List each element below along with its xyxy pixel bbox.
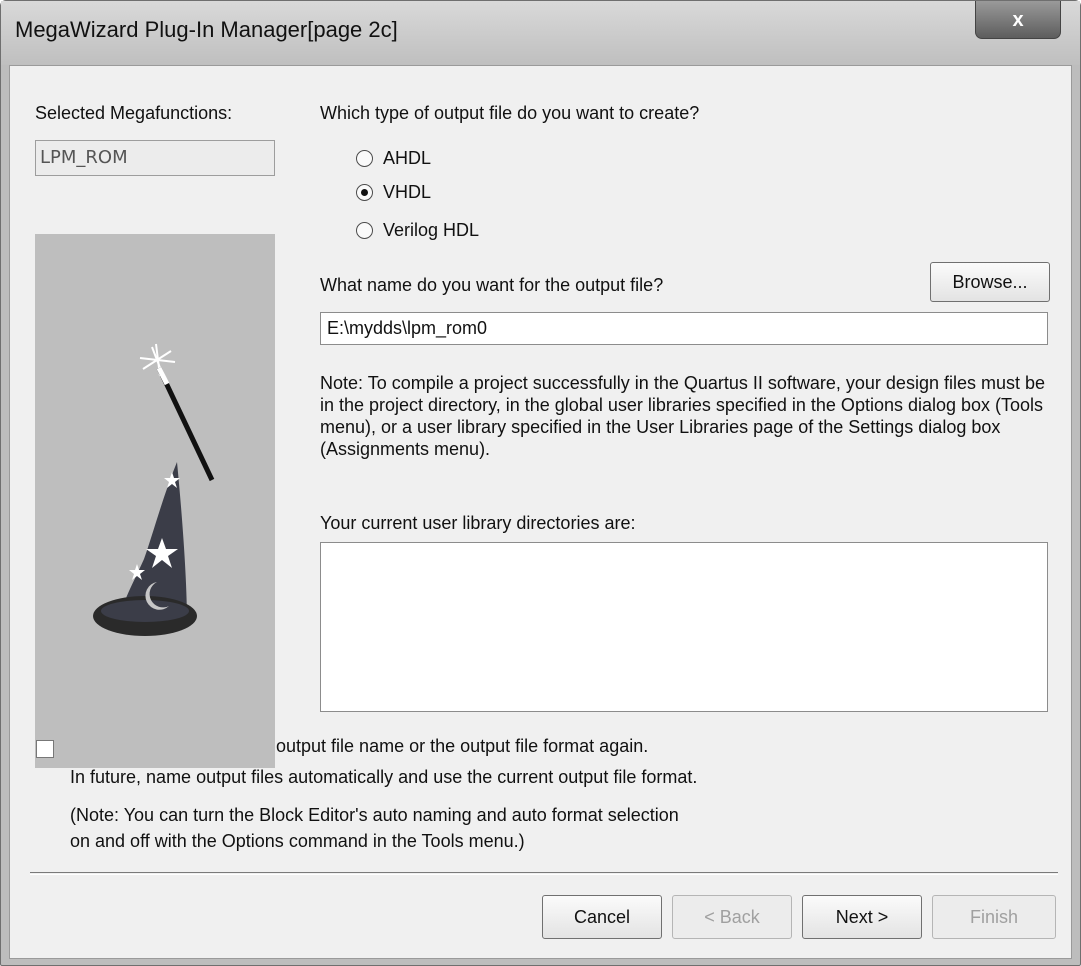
user-library-label: Your current user library directories ar… [320, 513, 636, 533]
close-button[interactable]: x [975, 1, 1061, 39]
auto-name-note-line1: (Note: You can turn the Block Editor's a… [70, 805, 679, 825]
wizard-hat-icon [93, 343, 215, 636]
radio-ahdl-label: AHDL [383, 148, 432, 168]
wizard-illustration [35, 234, 275, 768]
radio-ahdl[interactable]: AHDL [356, 148, 431, 169]
output-file-name-input[interactable] [320, 312, 1048, 345]
selected-megafunction-field: LPM_ROM [35, 140, 275, 176]
title-bar[interactable]: MegaWizard Plug-In Manager[page 2c] x [1, 1, 1080, 65]
radio-verilog-label: Verilog HDL [383, 220, 480, 240]
radio-button[interactable] [356, 150, 373, 167]
megawizard-dialog: MegaWizard Plug-In Manager[page 2c] x Se… [0, 0, 1081, 966]
auto-name-line1: output file name or the output file form… [276, 736, 649, 756]
output-type-question: Which type of output file do you want to… [320, 103, 700, 123]
selected-megafunctions-label: Selected Megafunctions: [35, 103, 233, 123]
radio-vhdl[interactable]: VHDL [356, 182, 431, 203]
auto-name-line2: In future, name output files automatical… [70, 767, 698, 787]
footer-divider [30, 872, 1058, 875]
close-icon: x [1012, 8, 1024, 31]
browse-button[interactable]: Browse... [930, 262, 1050, 302]
auto-name-note-line2: on and off with the Options command in t… [70, 831, 525, 851]
user-library-list[interactable] [320, 542, 1048, 712]
radio-vhdl-label: VHDL [383, 182, 432, 202]
radio-button[interactable] [356, 222, 373, 239]
next-button[interactable]: Next > [802, 895, 922, 939]
radio-button[interactable] [356, 184, 373, 201]
compile-note: Note: To compile a project successfully … [320, 373, 1046, 459]
output-name-question: What name do you want for the output fil… [320, 275, 664, 295]
dialog-body: Selected Megafunctions: LPM_ROM Which ty… [9, 65, 1072, 959]
cancel-button[interactable]: Cancel [542, 895, 662, 939]
finish-button[interactable]: Finish [932, 895, 1056, 939]
radio-verilog-hdl[interactable]: Verilog HDL [356, 220, 479, 241]
back-button[interactable]: < Back [672, 895, 792, 939]
window-title: MegaWizard Plug-In Manager[page 2c] [15, 17, 398, 42]
auto-name-checkbox[interactable] [36, 740, 54, 758]
